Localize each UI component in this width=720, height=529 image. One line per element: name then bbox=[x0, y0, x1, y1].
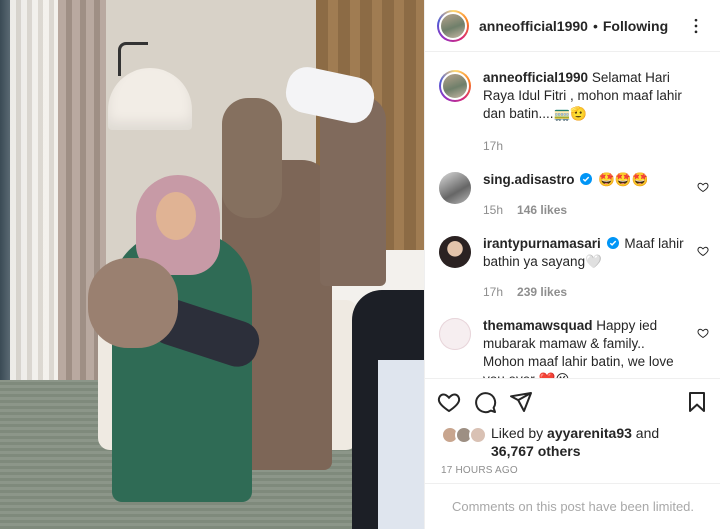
comment-username[interactable]: sing.adisastro bbox=[483, 172, 575, 187]
post-actions-bar bbox=[425, 378, 720, 424]
post-photo[interactable] bbox=[0, 0, 424, 529]
comment-icon[interactable] bbox=[473, 390, 497, 414]
likes-others[interactable]: 36,767 others bbox=[491, 443, 581, 459]
likes-prefix: Liked by bbox=[491, 425, 544, 441]
paper-plane-icon[interactable] bbox=[509, 390, 533, 414]
more-horizontal-icon[interactable] bbox=[684, 14, 708, 38]
post-timestamp[interactable]: 17 HOURS AGO bbox=[441, 465, 518, 476]
verified-badge-icon bbox=[606, 237, 619, 249]
comment-item: sing.adisastro 🤩🤩🤩 15h 146 likes bbox=[425, 155, 720, 219]
comment-heart-icon[interactable] bbox=[697, 327, 709, 339]
comment-likes[interactable]: 239 likes bbox=[517, 283, 567, 301]
comment-heart-icon[interactable] bbox=[697, 181, 709, 193]
comment-time[interactable]: 17h bbox=[483, 283, 503, 301]
commenter-avatar[interactable] bbox=[439, 318, 471, 350]
comment-item: themamawsquad Happy ied mubarak mamaw & … bbox=[425, 301, 720, 378]
comment-text: 🤩🤩🤩 bbox=[598, 172, 649, 187]
liker-avatars[interactable] bbox=[441, 426, 491, 446]
caption-avatar[interactable] bbox=[439, 70, 471, 102]
comments-list[interactable]: anneofficial1990 Selamat Hari Raya Idul … bbox=[425, 53, 720, 378]
caption: anneofficial1990 Selamat Hari Raya Idul … bbox=[425, 53, 720, 155]
comment-username[interactable]: themamawsquad bbox=[483, 318, 593, 333]
sheer-curtain bbox=[10, 0, 58, 420]
comment-heart-icon[interactable] bbox=[697, 245, 709, 257]
heart-icon[interactable] bbox=[437, 390, 461, 414]
comment-username[interactable]: irantypurnamasari bbox=[483, 236, 601, 251]
commenter-avatar[interactable] bbox=[439, 172, 471, 204]
likes-summary: Liked by ayyarenita93 and 36,767 others bbox=[441, 424, 711, 460]
post-side-panel: anneofficial1990 • Following anneofficia… bbox=[424, 0, 720, 529]
post-header: anneofficial1990 • Following bbox=[425, 0, 720, 52]
caption-time[interactable]: 17h bbox=[483, 137, 503, 155]
liker-username[interactable]: ayyarenita93 bbox=[547, 425, 632, 441]
comment-time[interactable]: 15h bbox=[483, 201, 503, 219]
comment-item: irantypurnamasari Maaf lahir bathin ya s… bbox=[425, 219, 720, 301]
verified-badge-icon bbox=[580, 173, 593, 185]
toddler-figure bbox=[88, 258, 178, 348]
author-avatar[interactable] bbox=[437, 9, 469, 42]
commenter-avatar[interactable] bbox=[439, 236, 471, 268]
caption-username[interactable]: anneofficial1990 bbox=[483, 70, 588, 85]
separator-dot: • bbox=[592, 17, 598, 34]
boy-figure bbox=[222, 98, 282, 218]
comments-limited-notice: Comments on this post have been limited. bbox=[425, 483, 720, 529]
comment-likes[interactable]: 146 likes bbox=[517, 201, 567, 219]
following-button[interactable]: Following bbox=[603, 18, 668, 34]
standing-kid-figure bbox=[320, 96, 386, 286]
bookmark-icon[interactable] bbox=[685, 390, 709, 414]
author-username[interactable]: anneofficial1990 bbox=[479, 18, 588, 34]
likes-connector: and bbox=[635, 425, 660, 441]
